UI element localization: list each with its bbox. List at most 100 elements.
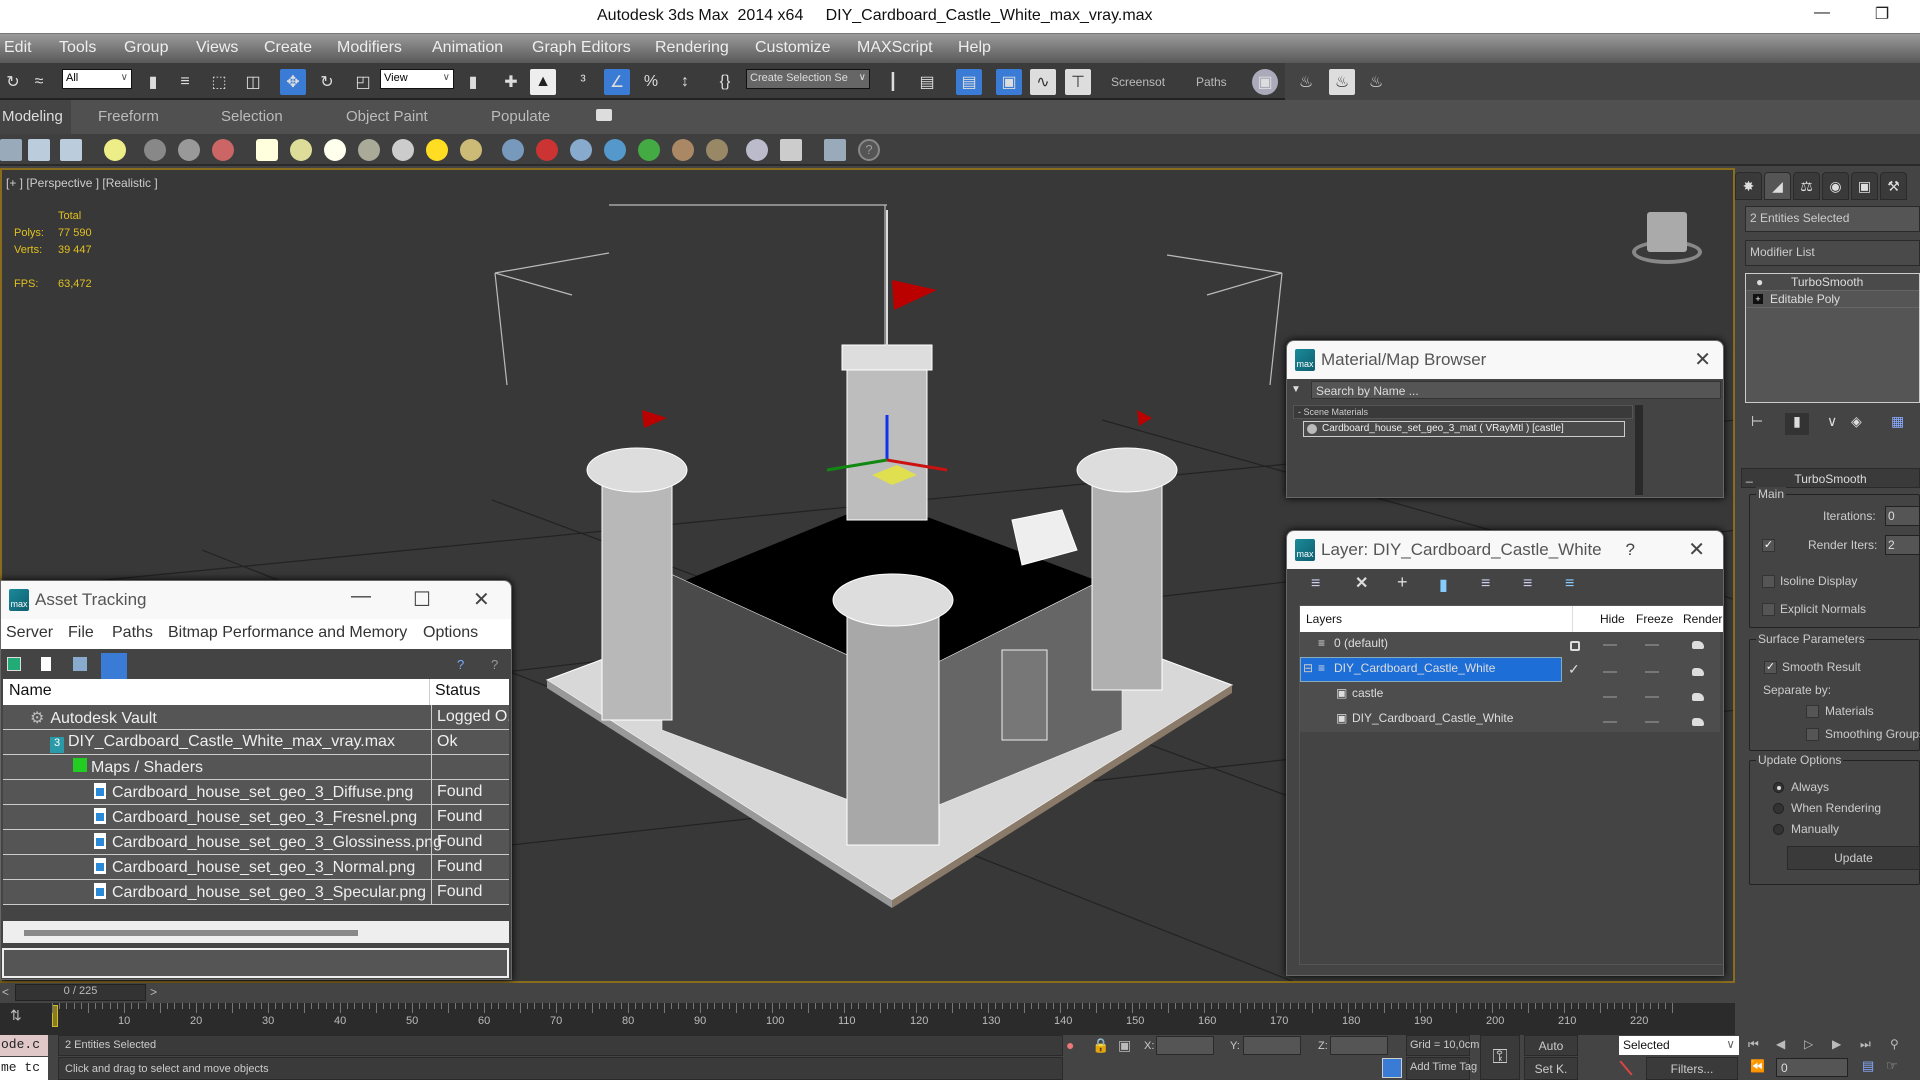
camera-target-icon[interactable] [178, 139, 200, 161]
material-editor-icon[interactable]: ▣ [1252, 69, 1278, 95]
dome-light-icon[interactable] [290, 139, 312, 161]
options-menu-icon[interactable]: ▼ [1291, 384, 1305, 396]
column-status[interactable]: Status [435, 682, 480, 700]
close-icon[interactable]: ✕ [1688, 537, 1705, 562]
material-browser-titlebar[interactable]: max Material/Map Browser ✕ [1287, 341, 1723, 379]
export-icon[interactable] [824, 139, 846, 161]
pin-stack-icon[interactable]: ⊢ [1751, 413, 1763, 430]
x-coordinate-input[interactable] [1156, 1036, 1214, 1055]
restore-icon[interactable]: ❐ [1862, 4, 1902, 28]
tab-modeling[interactable]: Modeling [0, 100, 71, 134]
selection-lock-icon[interactable]: 🔒 [1092, 1037, 1109, 1054]
current-layer-toggle[interactable] [1570, 641, 1580, 651]
viewcube[interactable] [1627, 208, 1707, 270]
modifier-list-dropdown[interactable]: Modifier List [1745, 240, 1920, 266]
table-row[interactable]: ⚙ Autodesk Vault Logged O. [3, 705, 509, 730]
cone-icon[interactable] [392, 139, 414, 161]
render-icon[interactable] [0, 139, 22, 161]
mini-curve-editor-icon[interactable]: ⇅ [10, 1007, 30, 1027]
render-production-icon[interactable]: ♨ [1363, 69, 1389, 95]
hide-toggle[interactable] [1603, 721, 1617, 723]
key-mode-toggle-icon[interactable]: ⏪ [1750, 1059, 1765, 1073]
column-render[interactable]: Render [1683, 612, 1722, 626]
align-icon[interactable]: ▤ [914, 69, 940, 95]
freeze-toggle[interactable] [1645, 644, 1659, 646]
go-to-end-icon[interactable]: ⏭ [1860, 1037, 1871, 1052]
snaps-toggle-icon[interactable]: ³ [570, 69, 596, 95]
time-ruler[interactable]: 10 20 30 40 50 60 70 80 90 100 110 120 130 140 150 160 1… [38, 1003, 1735, 1035]
display-tab-icon[interactable]: ▣ [1851, 172, 1878, 200]
vault-help-icon[interactable]: ? [457, 657, 464, 672]
absolute-mode-icon[interactable]: ▣ [1118, 1037, 1131, 1054]
menu-options[interactable]: Options [423, 624, 478, 642]
maxscript-input[interactable]: me tc [0, 1057, 48, 1080]
layer-row-selected[interactable]: ⊟ ≡ DIY_Cardboard_Castle_White ✓ [1300, 657, 1720, 682]
selection-filter-dropdown[interactable]: All ∨ [62, 69, 132, 89]
selection-region-icon[interactable]: ⬚ [206, 69, 232, 95]
render-setup-icon[interactable]: ♨ [1293, 69, 1319, 95]
smooth-result-checkbox[interactable]: ✓ [1764, 661, 1777, 674]
plane-light-icon[interactable] [256, 139, 278, 161]
layer-manager-icon[interactable]: ▤ [956, 69, 982, 95]
menu-create[interactable]: Create [264, 39, 312, 57]
table-row[interactable]: Cardboard_house_set_geo_3_Fresnel.png Fou… [3, 805, 509, 830]
help-button[interactable]: ? [1626, 540, 1635, 560]
menu-edit[interactable]: Edit [4, 39, 32, 57]
menu-rendering[interactable]: Rendering [655, 39, 729, 57]
window-crossing-icon[interactable]: ◫ [240, 69, 266, 95]
vfb-icon[interactable] [780, 139, 802, 161]
material-item[interactable]: Cardboard_house_set_geo_3_mat ( VRayMtl … [1303, 421, 1625, 437]
select-scale-icon[interactable]: ◰ [350, 69, 376, 95]
curve-editor-icon[interactable]: ∿ [1030, 69, 1056, 95]
remove-modifier-icon[interactable]: ◈ [1851, 413, 1862, 430]
reference-coord-dropdown[interactable]: View ∨ [380, 69, 454, 89]
maximize-icon[interactable]: ☐ [413, 587, 431, 612]
collapse-icon[interactable]: _ [1746, 469, 1753, 483]
keyboard-shortcut-override-icon[interactable]: ▲ [530, 69, 556, 95]
update-manually-radio[interactable] [1773, 824, 1784, 835]
tab-freeform[interactable]: Freeform [98, 108, 159, 125]
object-name-field[interactable]: 2 Entities Selected [1745, 206, 1920, 232]
render-iters-checkbox[interactable]: ✓ [1762, 539, 1775, 552]
asset-tracking-titlebar[interactable]: max Asset Tracking — ☐ ✕ [1, 581, 511, 619]
named-selection-dropdown[interactable]: Create Selection Se ∨ [746, 69, 870, 89]
isolate-selection-icon[interactable]: ● [1066, 1037, 1074, 1053]
render-teapot-icon[interactable] [1692, 693, 1704, 701]
modify-tab-icon[interactable]: ◢ [1764, 172, 1791, 200]
column-freeze[interactable]: Freeze [1636, 612, 1673, 626]
percent-snap-icon[interactable]: % [638, 69, 664, 95]
render-teapot-icon[interactable] [1692, 718, 1704, 726]
asset-path-field[interactable] [2, 948, 509, 978]
key-filter-dropdown[interactable]: Selected ∨ [1619, 1036, 1739, 1055]
schematic-view-icon[interactable]: ⊤ [1065, 69, 1091, 95]
fur-icon[interactable] [502, 139, 524, 161]
table-row[interactable]: Cardboard_house_set_geo_3_Specular.png Fo… [3, 880, 509, 905]
light-lister-icon[interactable] [104, 139, 126, 161]
collapse-icon[interactable]: ⊟ [1303, 661, 1313, 675]
set-key-icon[interactable]: ⚿ [1480, 1035, 1520, 1080]
bind-space-warp-icon[interactable]: ≈ [26, 69, 52, 95]
camera-icon[interactable] [144, 139, 166, 161]
select-objects-in-layer-icon[interactable]: ▮ [1439, 575, 1448, 595]
next-frame-icon[interactable]: ▶ [1832, 1037, 1841, 1051]
menu-graph-editors[interactable]: Graph Editors [532, 39, 631, 57]
utilities-tab-icon[interactable]: ⚒ [1880, 172, 1907, 200]
unlink-icon[interactable]: ↻ [0, 69, 26, 95]
hide-toggle[interactable] [1603, 671, 1617, 673]
object-row[interactable]: ▣ DIY_Cardboard_Castle_White [1300, 707, 1720, 732]
layer-row[interactable]: ≡ 0 (default) [1300, 632, 1720, 657]
ox-icon[interactable] [706, 139, 728, 161]
sun-icon[interactable] [426, 139, 448, 161]
material-search-input[interactable]: Search by Name ... [1311, 381, 1721, 399]
maxscript-listener[interactable]: ode.c [0, 1035, 48, 1056]
ribbon-options-icon[interactable] [596, 109, 612, 121]
horizontal-scrollbar[interactable] [3, 921, 509, 943]
select-rotate-icon[interactable]: ↻ [314, 69, 340, 95]
tree-view-icon[interactable] [73, 657, 87, 671]
sphere-light-icon[interactable] [324, 139, 346, 161]
next-frame-button[interactable]: > [150, 985, 157, 999]
iterations-spinner[interactable]: 0 [1885, 506, 1920, 526]
highlight-layer-icon[interactable]: ≡ [1481, 575, 1490, 593]
minimize-icon[interactable]: — [1802, 4, 1842, 28]
time-slider-track[interactable]: < 0 / 225 > [0, 983, 1735, 1003]
